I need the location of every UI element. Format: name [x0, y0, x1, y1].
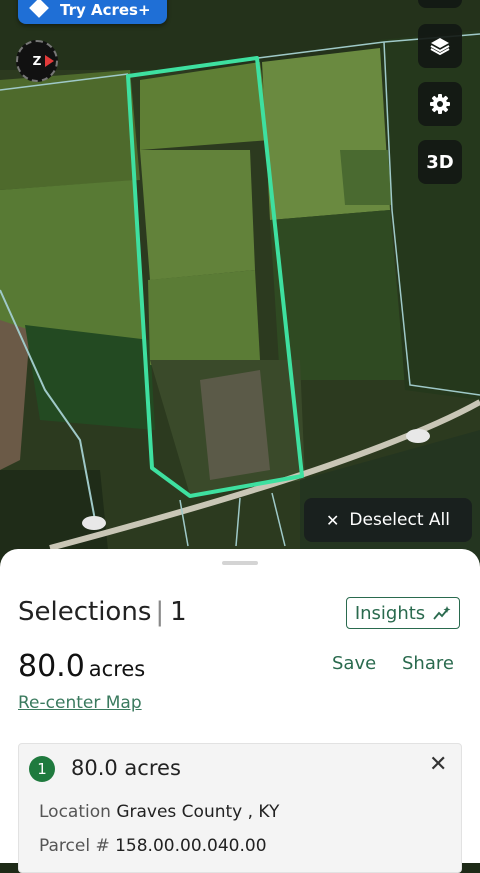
location-label: Location	[39, 802, 111, 822]
parcel-card[interactable]: 1 80.0 acres ✕ Location Graves County , …	[18, 743, 462, 873]
insights-button[interactable]: Insights	[346, 597, 460, 629]
parcel-number-value: 158.00.00.040.00	[115, 836, 267, 856]
selections-title: Selections	[18, 597, 152, 627]
sheet-drag-handle[interactable]	[222, 561, 258, 565]
selections-sheet: Selections | 1 Insights 80.0 acres Save Sha…	[0, 549, 480, 873]
compass-icon[interactable]: Z	[16, 40, 58, 82]
recenter-map-link[interactable]: Re-center Map	[18, 693, 142, 713]
save-button[interactable]: Save	[332, 653, 376, 674]
parcel-acres: 80.0 acres	[71, 756, 181, 780]
insights-label: Insights	[354, 602, 426, 624]
total-acres-unit: acres	[88, 657, 146, 681]
parcel-index-badge: 1	[29, 756, 55, 782]
deselect-all-label: Deselect All	[349, 510, 450, 530]
sparkle-trend-icon	[433, 606, 451, 620]
parcel-number-label: Parcel #	[39, 836, 110, 856]
compass-label: Z	[32, 54, 53, 68]
3d-label: 3D	[426, 151, 454, 173]
top-map-control[interactable]	[418, 0, 462, 8]
total-acres: 80.0 acres	[18, 649, 145, 684]
deselect-all-button[interactable]: ✕ Deselect All	[304, 498, 472, 542]
location-value: Graves County , KY	[116, 802, 280, 822]
try-acres-plus-label: Try Acres+	[60, 1, 151, 19]
map-imagery	[0, 0, 480, 570]
3d-toggle-button[interactable]: 3D	[418, 140, 462, 184]
parcel-number: Parcel # 158.00.00.040.00	[39, 836, 267, 856]
share-button[interactable]: Share	[402, 653, 454, 674]
close-icon: ✕	[326, 510, 340, 530]
layers-icon	[430, 38, 450, 56]
gear-icon	[430, 94, 450, 114]
selections-heading: Selections | 1	[18, 597, 187, 627]
selections-count: 1	[170, 597, 187, 627]
remove-parcel-icon[interactable]: ✕	[429, 752, 447, 777]
satellite-map[interactable]	[0, 0, 480, 570]
settings-button[interactable]	[418, 82, 462, 126]
try-acres-plus-button[interactable]: Try Acres+	[18, 0, 167, 24]
parcel-location: Location Graves County , KY	[39, 802, 279, 822]
title-divider: |	[155, 597, 165, 627]
layers-button[interactable]	[418, 24, 462, 68]
total-acres-value: 80.0	[18, 649, 85, 684]
acres-logo-icon	[29, 0, 49, 18]
